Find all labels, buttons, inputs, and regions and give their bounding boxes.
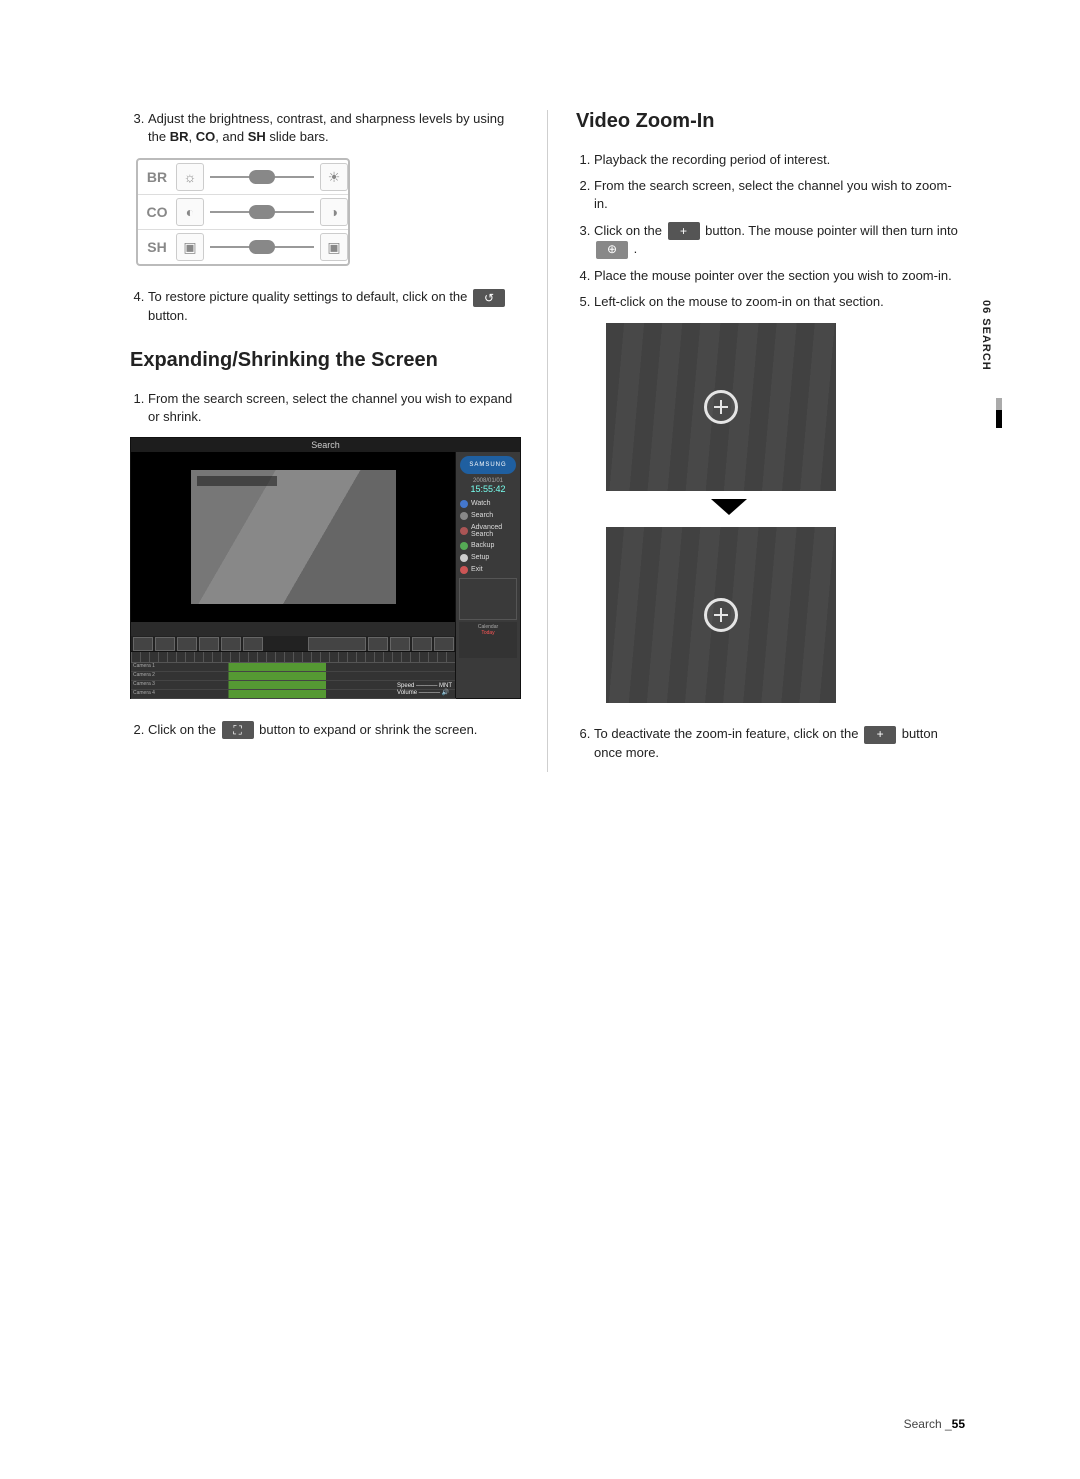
menu-setup[interactable]: Setup xyxy=(456,552,520,564)
heading-video-zoom: Video Zoom-In xyxy=(576,110,965,133)
brightness-track[interactable] xyxy=(210,176,314,178)
sharpness-high-icon: ▣ xyxy=(320,233,348,261)
menu-exit[interactable]: Exit xyxy=(456,564,520,576)
layout-btn-5[interactable] xyxy=(221,637,241,651)
menu-search[interactable]: Search xyxy=(456,510,520,522)
step-3: Adjust the brightness, contrast, and sha… xyxy=(148,110,519,146)
zoom-step-3: Click on the + button. The mouse pointer… xyxy=(594,222,965,259)
menu-backup[interactable]: Backup xyxy=(456,540,520,552)
side-tab: 06 SEARCH xyxy=(980,300,992,371)
brightness-slider[interactable]: BR ☼ ☀ xyxy=(138,160,348,194)
menu-watch[interactable]: Watch xyxy=(456,498,520,510)
timeline-row-1: Camera 1 xyxy=(131,663,456,672)
shot-clock: 2008/01/01 15:55:42 xyxy=(456,478,520,494)
contrast-high-icon: ◑ xyxy=(320,198,348,226)
quality-sliders: BR ☼ ☀ CO ◐ ◑ SH ▣ ▣ xyxy=(136,158,350,266)
contrast-thumb[interactable] xyxy=(249,205,275,219)
shot-video xyxy=(191,470,396,604)
down-arrow-icon xyxy=(711,499,747,515)
magnifier-cursor-icon: ⊕ xyxy=(596,241,628,259)
contrast-label: CO xyxy=(138,204,176,220)
sharpness-label: SH xyxy=(138,239,176,255)
br-label: BR xyxy=(170,129,189,144)
brightness-high-icon: ☀ xyxy=(320,163,348,191)
zoom-plus-icon-2: + xyxy=(864,726,896,744)
zoom-plus-icon: + xyxy=(668,222,700,240)
sharpness-slider[interactable]: SH ▣ ▣ xyxy=(138,229,348,264)
heading-expand-shrink: Expanding/Shrinking the Screen xyxy=(130,349,519,372)
shot-title: Search xyxy=(131,438,520,452)
snapshot-btn[interactable] xyxy=(390,637,410,651)
reset-icon: ↺ xyxy=(473,289,505,307)
zoom-step-2: From the search screen, select the chann… xyxy=(594,177,965,213)
zoom-before-image xyxy=(606,323,836,491)
column-divider xyxy=(547,110,548,772)
zoom-step-6: To deactivate the zoom-in feature, click… xyxy=(594,725,965,762)
layout-btn-6[interactable] xyxy=(243,637,263,651)
zoom-step-4: Place the mouse pointer over the section… xyxy=(594,267,965,285)
layout-btn-4[interactable] xyxy=(199,637,219,651)
step-3-text-b: slide bars. xyxy=(269,129,328,144)
layout-btn-2[interactable] xyxy=(155,637,175,651)
sharpness-low-icon: ▣ xyxy=(176,233,204,261)
time-field[interactable] xyxy=(308,637,366,651)
menu-adv-search[interactable]: Advanced Search xyxy=(456,522,520,540)
zoom-after-image xyxy=(606,527,836,703)
step-4: To restore picture quality settings to d… xyxy=(148,288,519,325)
brightness-low-icon: ☼ xyxy=(176,163,204,191)
expand-step-2: Click on the ⛶ button to expand or shrin… xyxy=(148,721,519,740)
sharpness-track[interactable] xyxy=(210,246,314,248)
zoom-step-1: Playback the recording period of interes… xyxy=(594,151,965,169)
timeline-row-2: Camera 2 xyxy=(131,672,456,681)
shot-control-bar xyxy=(131,636,456,652)
zoom-step-5: Left-click on the mouse to zoom-in on th… xyxy=(594,293,965,311)
expand-shrink-icon: ⛶ xyxy=(222,721,254,739)
brightness-thumb[interactable] xyxy=(249,170,275,184)
sh-label: SH xyxy=(248,129,266,144)
go-btn[interactable] xyxy=(368,637,388,651)
magnifier-overlay-icon-2 xyxy=(704,598,738,632)
layout-btn-1[interactable] xyxy=(133,637,153,651)
magnifier-overlay-icon xyxy=(704,390,738,424)
shot-timeline: Camera 1 Camera 2 Camera 3 Camera 4 Spee… xyxy=(131,651,456,698)
search-screenshot: Search Camera 1 xyxy=(130,437,521,699)
refresh-btn[interactable] xyxy=(434,637,454,651)
contrast-track[interactable] xyxy=(210,211,314,213)
sharpness-thumb[interactable] xyxy=(249,240,275,254)
timeline-ruler xyxy=(131,652,456,663)
layout-btn-3[interactable] xyxy=(177,637,197,651)
expand-step-1: From the search screen, select the chann… xyxy=(148,390,519,426)
brightness-label: BR xyxy=(138,169,176,185)
page-footer: Search _55 xyxy=(904,1417,965,1431)
contrast-slider[interactable]: CO ◐ ◑ xyxy=(138,194,348,229)
shot-video-area xyxy=(131,452,456,622)
co-label: CO xyxy=(196,129,216,144)
contrast-low-icon: ◐ xyxy=(176,198,204,226)
expand-btn[interactable] xyxy=(412,637,432,651)
shot-logo: SAMSUNG xyxy=(460,456,516,474)
shot-right-pane: SAMSUNG 2008/01/01 15:55:42 Watch Search… xyxy=(455,452,520,698)
shot-mini-sliders xyxy=(459,578,517,620)
shot-calendar: Calendar Today xyxy=(459,622,517,658)
